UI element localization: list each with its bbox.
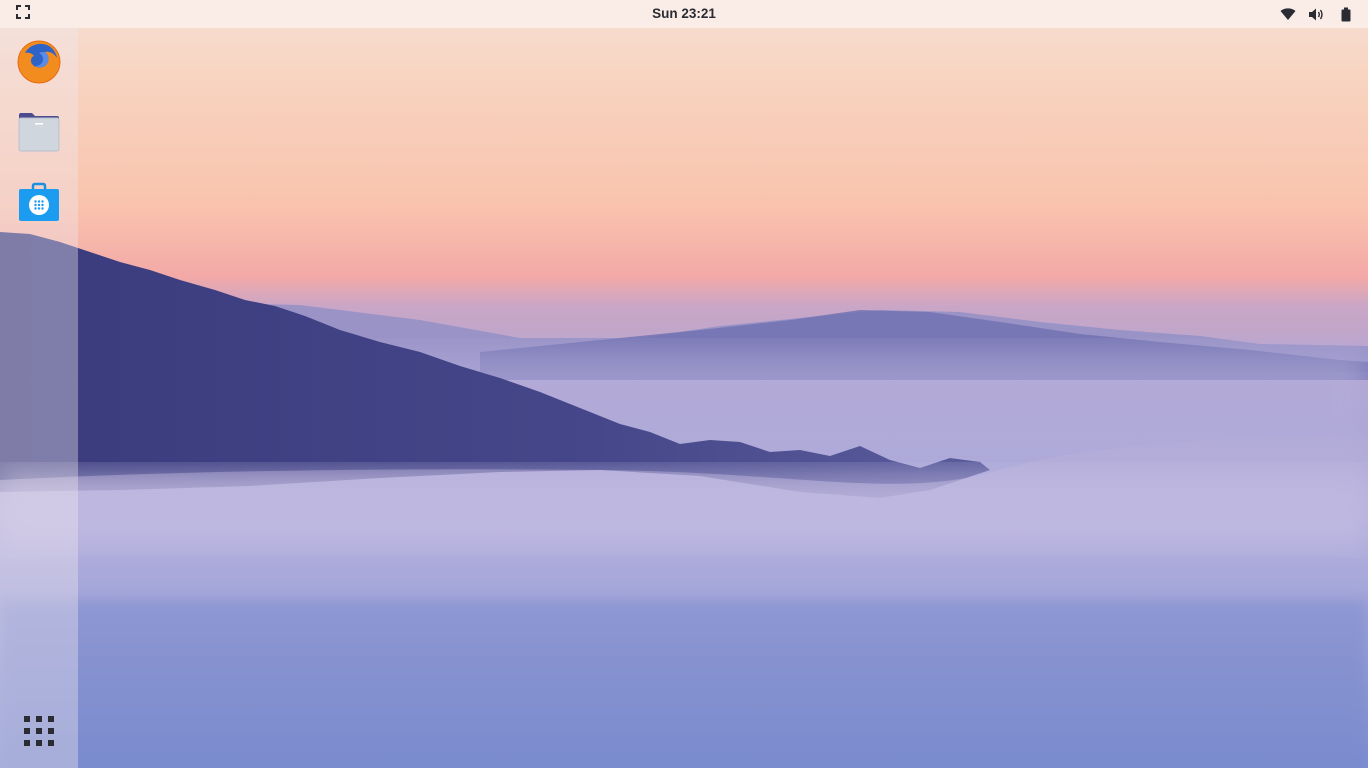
software-store-icon xyxy=(18,182,60,227)
wallpaper xyxy=(0,232,1368,768)
app-grid-icon xyxy=(23,715,55,752)
wifi-icon xyxy=(1279,6,1296,23)
fog-glow xyxy=(0,470,1368,550)
battery-icon xyxy=(1337,6,1354,23)
files-icon xyxy=(18,112,60,157)
dock-item-software[interactable] xyxy=(14,179,64,229)
fog-lower xyxy=(0,600,1368,768)
show-applications-button[interactable] xyxy=(14,708,64,758)
clock[interactable]: Sun 23:21 xyxy=(584,0,784,28)
screen-corners-icon xyxy=(16,4,30,24)
top-bar: Sun 23:21 xyxy=(0,0,1368,28)
dock-item-firefox[interactable] xyxy=(14,39,64,89)
firefox-icon xyxy=(16,39,62,90)
desktop[interactable]: Sun 23:21 xyxy=(0,0,1368,768)
system-status-menu[interactable] xyxy=(1279,0,1354,28)
speaker-icon xyxy=(1308,6,1325,23)
dock xyxy=(0,28,78,768)
dock-item-files[interactable] xyxy=(14,109,64,159)
activities-button[interactable] xyxy=(14,4,32,24)
